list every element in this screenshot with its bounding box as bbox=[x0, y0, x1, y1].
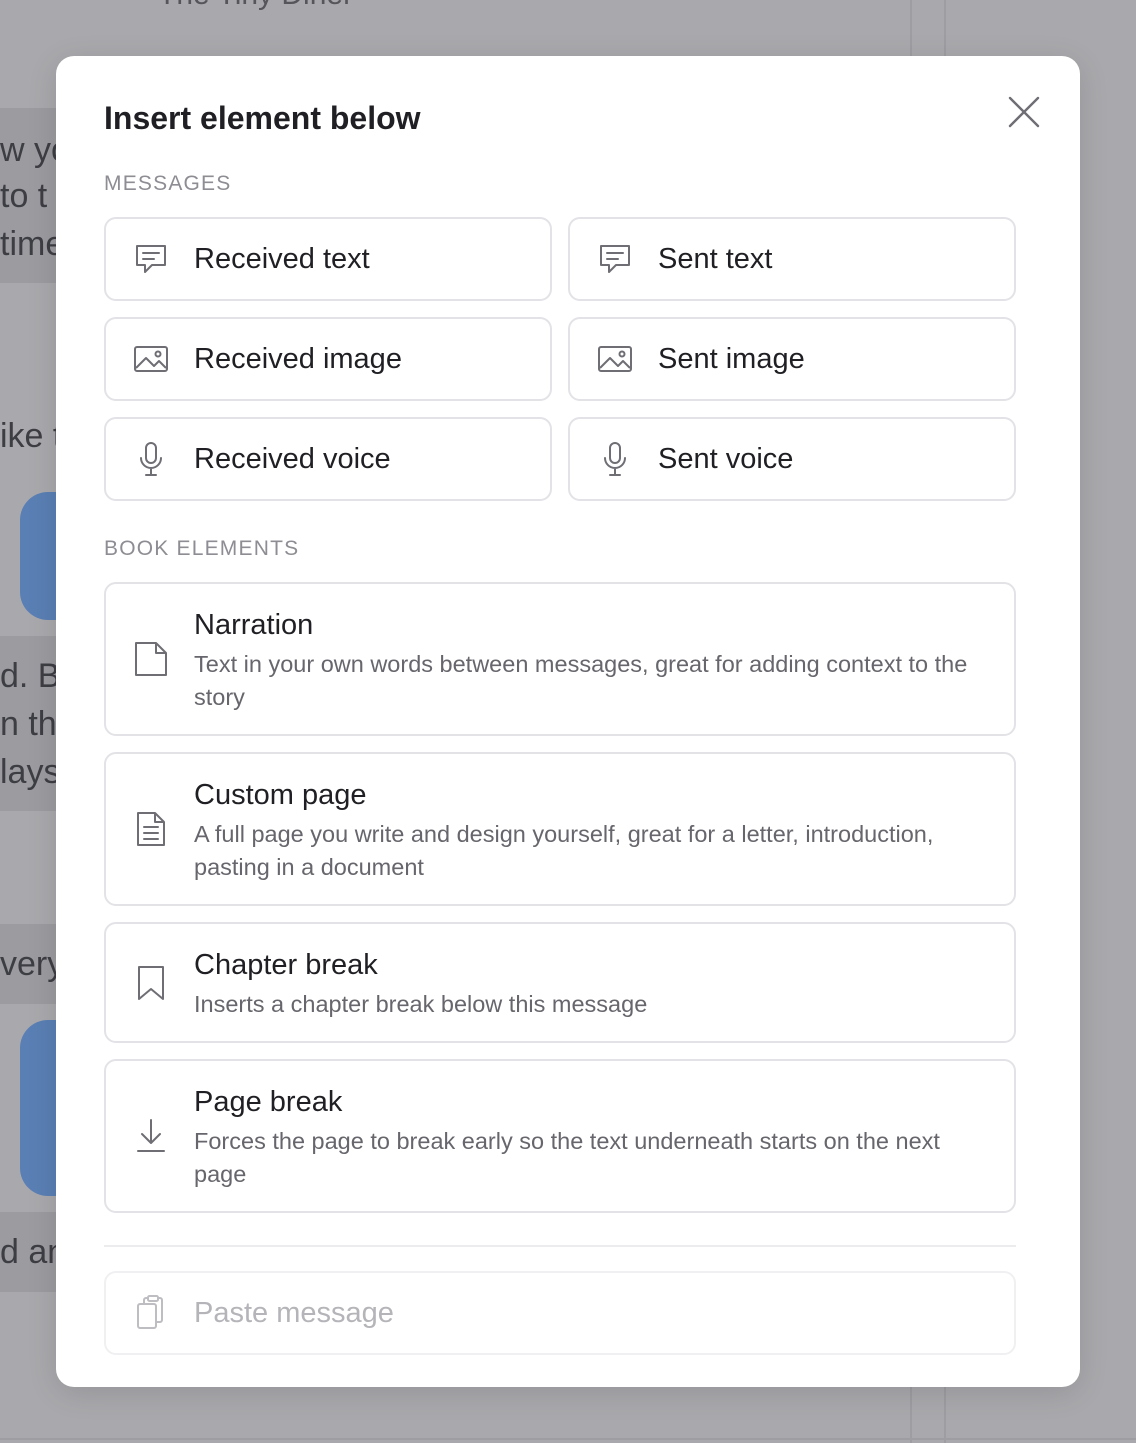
clipboard-icon bbox=[137, 1295, 163, 1329]
background-text-fragment: very bbox=[0, 945, 65, 983]
paste-message-button[interactable]: Paste message bbox=[104, 1271, 1016, 1355]
option-label: Received text bbox=[194, 243, 370, 275]
message-bubble-icon bbox=[600, 245, 630, 273]
document-lines-icon bbox=[137, 812, 165, 846]
background-text-fragment: to t bbox=[0, 177, 48, 215]
section-label-messages: MESSAGES bbox=[104, 172, 232, 195]
option-title: Narration bbox=[194, 609, 314, 641]
section-label-book-elements: BOOK ELEMENTS bbox=[104, 537, 300, 560]
received-text-option[interactable]: Received text bbox=[104, 217, 552, 301]
option-label: Sent voice bbox=[658, 443, 794, 475]
microphone-icon bbox=[140, 442, 162, 476]
arrow-down-to-line-icon bbox=[137, 1119, 165, 1152]
option-description: Forces the page to break early so the te… bbox=[194, 1128, 940, 1187]
image-icon bbox=[598, 346, 632, 372]
sent-text-option[interactable]: Sent text bbox=[568, 217, 1016, 301]
received-image-option[interactable]: Received image bbox=[104, 317, 552, 401]
option-label: Sent image bbox=[658, 343, 805, 375]
option-description: A full page you write and design yoursel… bbox=[194, 821, 934, 880]
option-label: Received image bbox=[194, 343, 402, 375]
image-icon bbox=[134, 346, 168, 372]
dialog-title: Insert element below bbox=[104, 100, 421, 136]
bookmark-icon bbox=[138, 965, 164, 1000]
page-icon bbox=[135, 642, 167, 676]
sent-voice-option[interactable]: Sent voice bbox=[568, 417, 1016, 501]
option-label: Sent text bbox=[658, 243, 773, 275]
chapter-break-option[interactable]: Chapter break Inserts a chapter break be… bbox=[104, 922, 1016, 1043]
background-text-fragment: lays bbox=[0, 753, 61, 791]
sent-image-option[interactable]: Sent image bbox=[568, 317, 1016, 401]
insert-element-dialog: Insert element below MESSAGES Received t… bbox=[56, 56, 1080, 1387]
option-description: Text in your own words between messages,… bbox=[194, 651, 968, 710]
option-label: Received voice bbox=[194, 443, 391, 475]
narration-option[interactable]: Narration Text in your own words between… bbox=[104, 582, 1016, 736]
background-text-fragment: ike t bbox=[0, 417, 63, 455]
background-app-title: The Tiny Diner bbox=[158, 0, 353, 12]
background-text-fragment: time bbox=[0, 225, 65, 263]
option-description: Inserts a chapter break below this messa… bbox=[194, 991, 648, 1017]
microphone-icon bbox=[604, 442, 626, 476]
page-break-option[interactable]: Page break Forces the page to break earl… bbox=[104, 1059, 1016, 1213]
close-button[interactable] bbox=[1004, 92, 1044, 132]
custom-page-option[interactable]: Custom page A full page you write and de… bbox=[104, 752, 1016, 906]
close-icon bbox=[1008, 96, 1040, 128]
option-title: Page break bbox=[194, 1086, 343, 1118]
received-voice-option[interactable]: Received voice bbox=[104, 417, 552, 501]
background-divider bbox=[0, 1438, 1136, 1440]
message-bubble-icon bbox=[136, 245, 166, 273]
option-title: Chapter break bbox=[194, 949, 378, 981]
option-title: Custom page bbox=[194, 779, 367, 811]
paste-message-label: Paste message bbox=[194, 1297, 394, 1329]
divider bbox=[104, 1245, 1016, 1247]
